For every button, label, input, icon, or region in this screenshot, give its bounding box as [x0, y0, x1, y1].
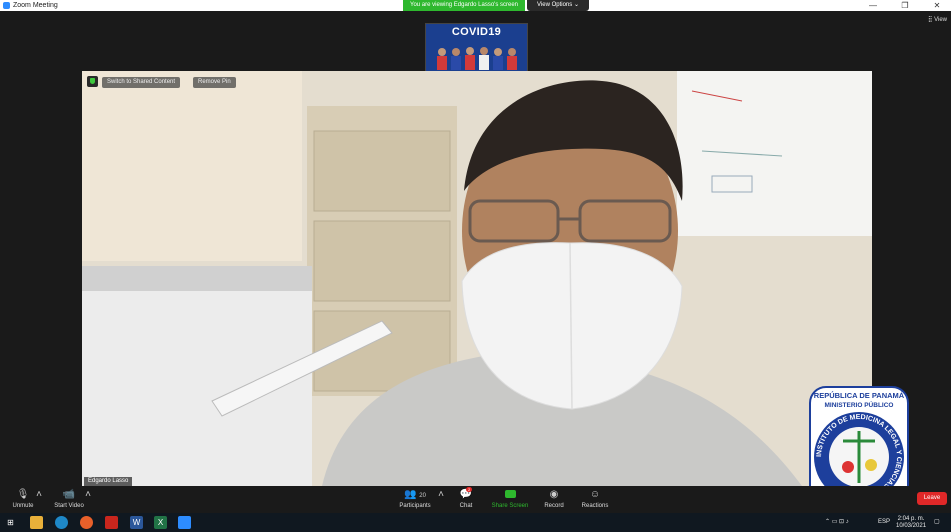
thumbnail-people-graphic [437, 47, 517, 70]
participants-label: Participants [399, 503, 431, 509]
start-video-label: Start Video [54, 503, 84, 509]
switch-to-shared-content-button[interactable]: Switch to Shared Content [102, 77, 181, 88]
remove-pin-button[interactable]: Remove Pin [193, 77, 236, 88]
windows-start-icon[interactable]: ⊞ [4, 516, 17, 529]
participants-count: 20 [419, 493, 426, 499]
logo-line-2: MINISTERIO PÚBLICO [825, 400, 894, 409]
video-frame-graphic [82, 71, 872, 486]
audio-options-caret[interactable]: ˄ [34, 488, 44, 512]
participant-name-label: Edgardo Lasso [84, 477, 133, 486]
input-language[interactable]: ESP [878, 519, 890, 526]
start-video-button[interactable]: 📹 Start Video [52, 488, 86, 512]
zoom-app-icon [3, 2, 10, 9]
share-screen-icon [504, 490, 516, 499]
excel-icon[interactable]: X [154, 516, 167, 529]
window-title: Zoom Meeting [13, 2, 58, 9]
thumbnail-title: COVID19 [451, 26, 502, 38]
windows-taskbar: ⊞ W X ⌃ ▭ ⊡ ♪ ESP 2:04 p. m. 10/03/2021 … [0, 513, 951, 532]
video-options-caret[interactable]: ˄ [83, 488, 93, 512]
clock-time: 2:04 p. m. [897, 516, 925, 522]
acrobat-icon[interactable] [105, 516, 118, 529]
view-options-button[interactable]: View Options ⌄ [527, 0, 589, 11]
viewing-screen-banner: You are viewing Edgardo Lasso's screen [403, 0, 525, 11]
view-button[interactable]: ⣿ View [928, 16, 947, 23]
edge-browser-icon[interactable] [55, 516, 68, 529]
firefox-icon[interactable] [80, 516, 93, 529]
caret-up-icon: ˄ [85, 489, 91, 500]
record-button[interactable]: ◉ Record [541, 488, 567, 512]
caret-up-icon: ˄ [438, 489, 444, 500]
close-button[interactable]: ✕ [926, 0, 948, 11]
clock-date: 10/03/2021 [896, 523, 927, 529]
reactions-label: Reactions [581, 503, 609, 509]
caret-up-icon: ˄ [36, 489, 42, 500]
zoom-taskbar-icon[interactable] [178, 516, 191, 529]
logo-line-1: REPÚBLICA DE PANAMÁ [814, 391, 905, 400]
share-screen-button[interactable]: Share Screen [491, 488, 529, 512]
record-icon: ◉ [549, 489, 559, 500]
share-screen-label: Share Screen [491, 503, 529, 509]
participants-options-caret[interactable]: ˄ [436, 488, 446, 512]
participants-button[interactable]: 👥 20 Participants [397, 488, 433, 512]
system-tray-icons[interactable]: ⌃ ▭ ⊡ ♪ [825, 519, 849, 526]
taskbar-clock[interactable]: 2:04 p. m. 10/03/2021 [896, 516, 926, 530]
meeting-toolbar: 🎙 Unmute ˄ 📹 Start Video ˄ 👥 20 Particip… [0, 486, 951, 513]
minimize-button[interactable]: — [862, 0, 884, 11]
security-shield-icon [87, 76, 98, 87]
maximize-button[interactable]: ❐ [894, 0, 916, 11]
participant-video[interactable]: Switch to Shared Content Remove Pin Edga… [82, 71, 872, 486]
record-label: Record [544, 503, 564, 509]
video-off-icon: 📹 [62, 489, 76, 500]
participants-icon: 👥 [404, 489, 417, 500]
file-explorer-icon[interactable] [30, 516, 43, 529]
meeting-stage: ⣿ View COVID19 Instituto de Medicina Leg… [0, 11, 951, 510]
notifications-icon[interactable]: ▢ [934, 519, 940, 526]
chat-button[interactable]: 💬 2 Chat [454, 487, 478, 512]
leave-button[interactable]: Leave [917, 492, 947, 505]
reactions-icon: ☺ [589, 489, 601, 500]
reactions-button[interactable]: ☺ Reactions [579, 488, 611, 512]
chat-label: Chat [459, 503, 473, 509]
word-icon[interactable]: W [130, 516, 143, 529]
